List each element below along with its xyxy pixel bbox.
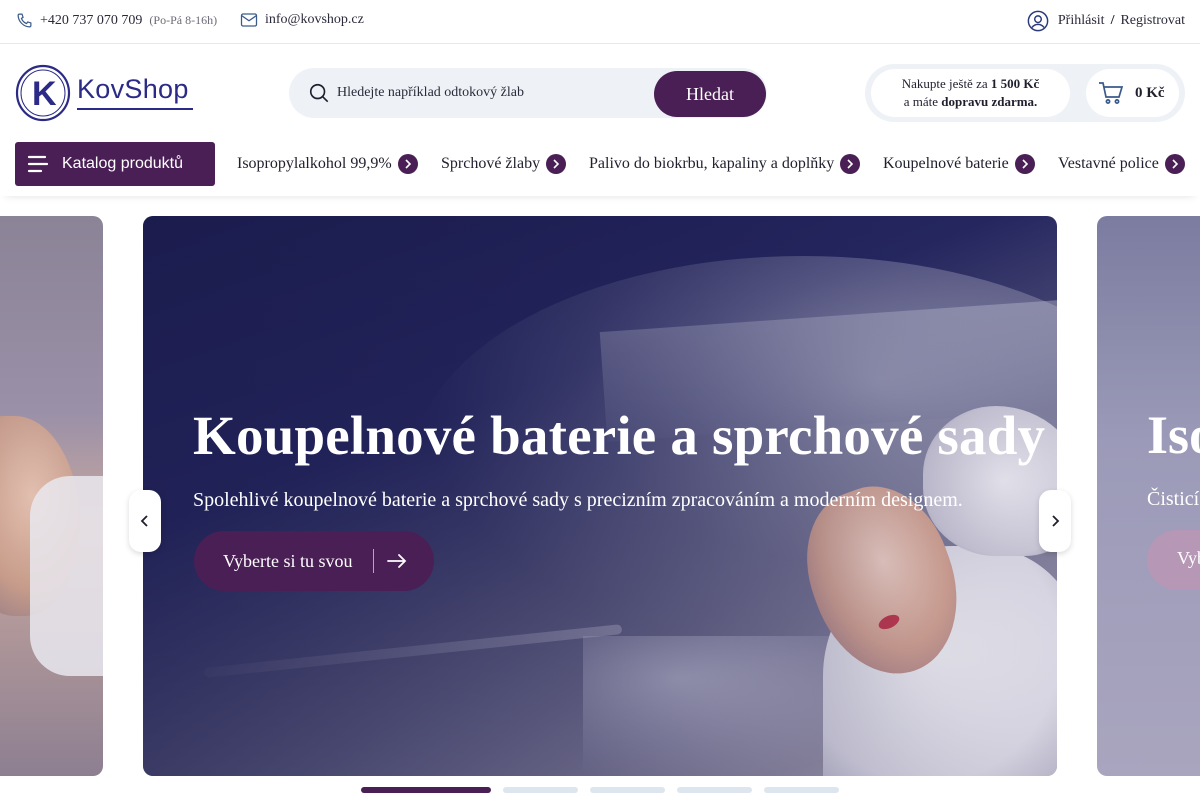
next-slide-button: Vyberte — [1147, 530, 1200, 590]
menu-icon — [27, 155, 49, 173]
catalog-button[interactable]: Katalog produktů — [15, 142, 215, 186]
carousel-next-button[interactable] — [1039, 490, 1071, 552]
logo-underline — [77, 108, 193, 110]
nav-item-isopropylalkohol[interactable]: Isopropylalkohol 99,9% — [237, 154, 418, 174]
carousel-dot-4[interactable] — [677, 787, 752, 793]
chevron-right-icon — [1014, 154, 1035, 174]
mail-icon — [240, 13, 258, 27]
account-separator: / — [1110, 13, 1115, 28]
shipping-prefix: Nakupte ještě za — [901, 76, 988, 91]
carousel-pagination — [0, 787, 1200, 793]
chevron-right-icon — [397, 154, 418, 174]
phone-icon — [17, 13, 32, 28]
nav-item-sprchove-zlaby[interactable]: Sprchové žlaby — [441, 154, 567, 174]
chevron-right-icon — [1052, 515, 1060, 527]
register-link[interactable]: Registrovat — [1120, 13, 1185, 29]
category-nav: Katalog produktů Isopropylalkohol 99,9% … — [0, 138, 1200, 196]
logo-emblem-icon: K — [15, 64, 71, 122]
hero-cta-label: Vyberte si tu svou — [223, 550, 353, 571]
catalog-label: Katalog produktů — [62, 155, 183, 172]
cart-button[interactable]: 0 Kč — [1086, 69, 1179, 117]
nav-item-label: Palivo do biokrbu, kapaliny a doplňky — [589, 155, 835, 172]
cart-area: Nakupte ještě za 1 500 Kč a máte dopravu… — [865, 64, 1185, 122]
hero-subtitle: Spolehlivé koupelnové baterie a sprchové… — [193, 489, 963, 511]
search-input[interactable] — [337, 80, 637, 106]
shipping-amount: 1 500 Kč — [990, 76, 1040, 91]
carousel-dot-5[interactable] — [764, 787, 839, 793]
previous-slide-preview[interactable] — [0, 216, 103, 776]
hero-title: Koupelnové baterie a sprchové sady — [193, 405, 1046, 466]
chevron-right-icon — [546, 154, 567, 174]
chevron-left-icon — [140, 515, 148, 527]
account-links: Přihlásit / Registrovat — [1027, 10, 1185, 32]
search-icon — [309, 83, 329, 103]
slide-image-towel — [30, 476, 103, 676]
chevron-right-icon — [1164, 154, 1185, 174]
kovshop-logo[interactable]: K KovShop — [15, 63, 195, 123]
nav-item-palivo-do-biokrbu[interactable]: Palivo do biokrbu, kapaliny a doplňky — [589, 154, 861, 174]
next-slide-subtitle: Čisticí — [1147, 488, 1200, 510]
arrow-right-icon — [386, 554, 406, 568]
search-bar: Hledat — [289, 68, 767, 118]
login-link[interactable]: Přihlásit — [1058, 13, 1105, 29]
nav-item-vestavne-police[interactable]: Vestavné police — [1058, 154, 1185, 174]
next-slide-title: Isopropylalkohol — [1147, 405, 1200, 465]
nav-item-label: Vestavné police — [1058, 155, 1159, 172]
logo-wordmark: KovShop — [77, 74, 189, 104]
carousel-dot-2[interactable] — [503, 787, 578, 793]
cart-icon — [1099, 82, 1124, 104]
carousel-dot-1[interactable] — [361, 787, 491, 793]
nav-item-label: Koupelnové baterie — [883, 155, 1009, 172]
shipping-line2-prefix: a máte — [903, 94, 938, 109]
cart-total: 0 Kč — [1135, 84, 1165, 101]
nav-item-label: Sprchové žlaby — [441, 155, 541, 172]
nav-item-koupelnove-baterie[interactable]: Koupelnové baterie — [883, 154, 1035, 174]
email-link[interactable]: info@kovshop.cz — [240, 12, 364, 28]
chevron-right-icon — [840, 154, 861, 174]
shipping-free: dopravu zdarma. — [941, 94, 1038, 109]
nav-item-label: Isopropylalkohol 99,9% — [237, 155, 392, 172]
carousel-prev-button[interactable] — [129, 490, 161, 552]
search-button[interactable]: Hledat — [654, 71, 766, 117]
phone-number: +420 737 070 709 — [40, 12, 143, 28]
free-shipping-notice: Nakupte ještě za 1 500 Kč a máte dopravu… — [871, 69, 1070, 117]
next-slide-preview[interactable]: Isopropylalkohol Čisticí Vyberte — [1097, 216, 1200, 776]
email-address: info@kovshop.cz — [265, 12, 364, 27]
phone-link[interactable]: +420 737 070 709 (Po-Pá 8-16h) — [16, 12, 217, 29]
logo-letter: K — [32, 75, 57, 113]
hero-cta-divider — [372, 549, 374, 573]
user-icon — [1027, 10, 1049, 32]
office-hours: (Po-Pá 8-16h) — [149, 13, 218, 27]
carousel-dot-3[interactable] — [590, 787, 665, 793]
hero-cta-button[interactable]: Vyberte si tu svou — [194, 531, 434, 591]
top-bar: +420 737 070 709 (Po-Pá 8-16h) info@kovs… — [0, 0, 1200, 44]
